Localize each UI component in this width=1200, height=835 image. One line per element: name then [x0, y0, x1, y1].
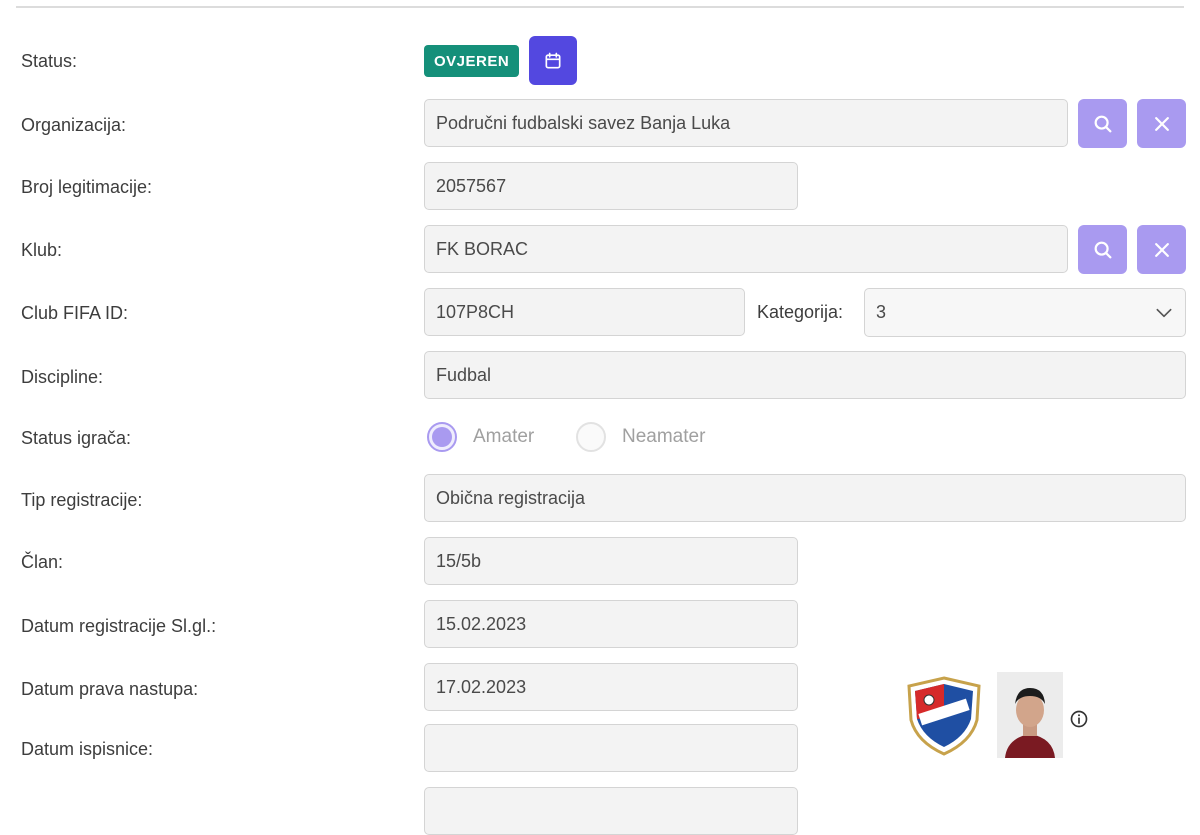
next-field[interactable]: [424, 787, 798, 835]
close-icon: [1154, 116, 1169, 131]
discipline-field[interactable]: Fudbal: [424, 351, 1186, 399]
kategorija-label: Kategorija:: [757, 302, 844, 322]
search-icon: [1094, 241, 1111, 258]
datum-ispisnice-label: Datum ispisnice:: [21, 739, 154, 759]
radio-neamater-circle[interactable]: [576, 422, 606, 452]
status-igraca-label: Status igrača:: [21, 428, 132, 448]
datum-registracije-label: Datum registracije Sl.gl.:: [21, 616, 217, 636]
datum-ispisnice-field[interactable]: [424, 724, 798, 772]
discipline-label: Discipline:: [21, 367, 104, 387]
klub-label: Klub:: [21, 240, 63, 260]
radio-amater[interactable]: Amater: [427, 422, 534, 452]
clan-field[interactable]: 15/5b: [424, 537, 798, 585]
tip-registracije-field[interactable]: Obična registracija: [424, 474, 1186, 522]
datum-prava-nastupa-field[interactable]: 17.02.2023: [424, 663, 798, 711]
radio-amater-circle[interactable]: [427, 422, 457, 452]
radio-neamater-label: Neamater: [622, 426, 706, 447]
clan-label: Član:: [21, 552, 64, 572]
organizacija-label: Organizacija:: [21, 115, 127, 135]
calendar-icon: [545, 52, 561, 68]
organizacija-search-button[interactable]: [1078, 99, 1127, 148]
datum-prava-nastupa-label: Datum prava nastupa:: [21, 679, 199, 699]
organizacija-field[interactable]: Područni fudbalski savez Banja Luka: [424, 99, 1068, 147]
klub-search-button[interactable]: [1078, 225, 1127, 274]
klub-field[interactable]: FK BORAC: [424, 225, 1068, 273]
klub-clear-button[interactable]: [1137, 225, 1186, 274]
organizacija-clear-button[interactable]: [1137, 99, 1186, 148]
club-logo: [907, 676, 981, 756]
radio-amater-label: Amater: [473, 426, 535, 447]
kategorija-select[interactable]: 3: [864, 288, 1186, 337]
club-fifa-id-field[interactable]: 107P8CH: [424, 288, 745, 336]
info-icon[interactable]: [1069, 709, 1089, 729]
chevron-down-icon: [1156, 308, 1172, 317]
club-fifa-id-label: Club FIFA ID:: [21, 303, 129, 323]
broj-legitimacije-label: Broj legitimacije:: [21, 177, 153, 197]
player-photo: [997, 672, 1063, 758]
calendar-button[interactable]: [529, 36, 577, 85]
status-label: Status:: [21, 51, 78, 71]
kategorija-value: 3: [876, 302, 887, 322]
close-icon: [1154, 242, 1169, 257]
tip-registracije-label: Tip registracije:: [21, 490, 143, 510]
search-icon: [1094, 115, 1111, 132]
broj-legitimacije-field[interactable]: 2057567: [424, 162, 798, 210]
status-badge: OVJEREN: [424, 45, 520, 77]
radio-neamater[interactable]: Neamater: [576, 422, 705, 452]
datum-registracije-field[interactable]: 15.02.2023: [424, 600, 798, 648]
top-divider: [16, 6, 1184, 8]
